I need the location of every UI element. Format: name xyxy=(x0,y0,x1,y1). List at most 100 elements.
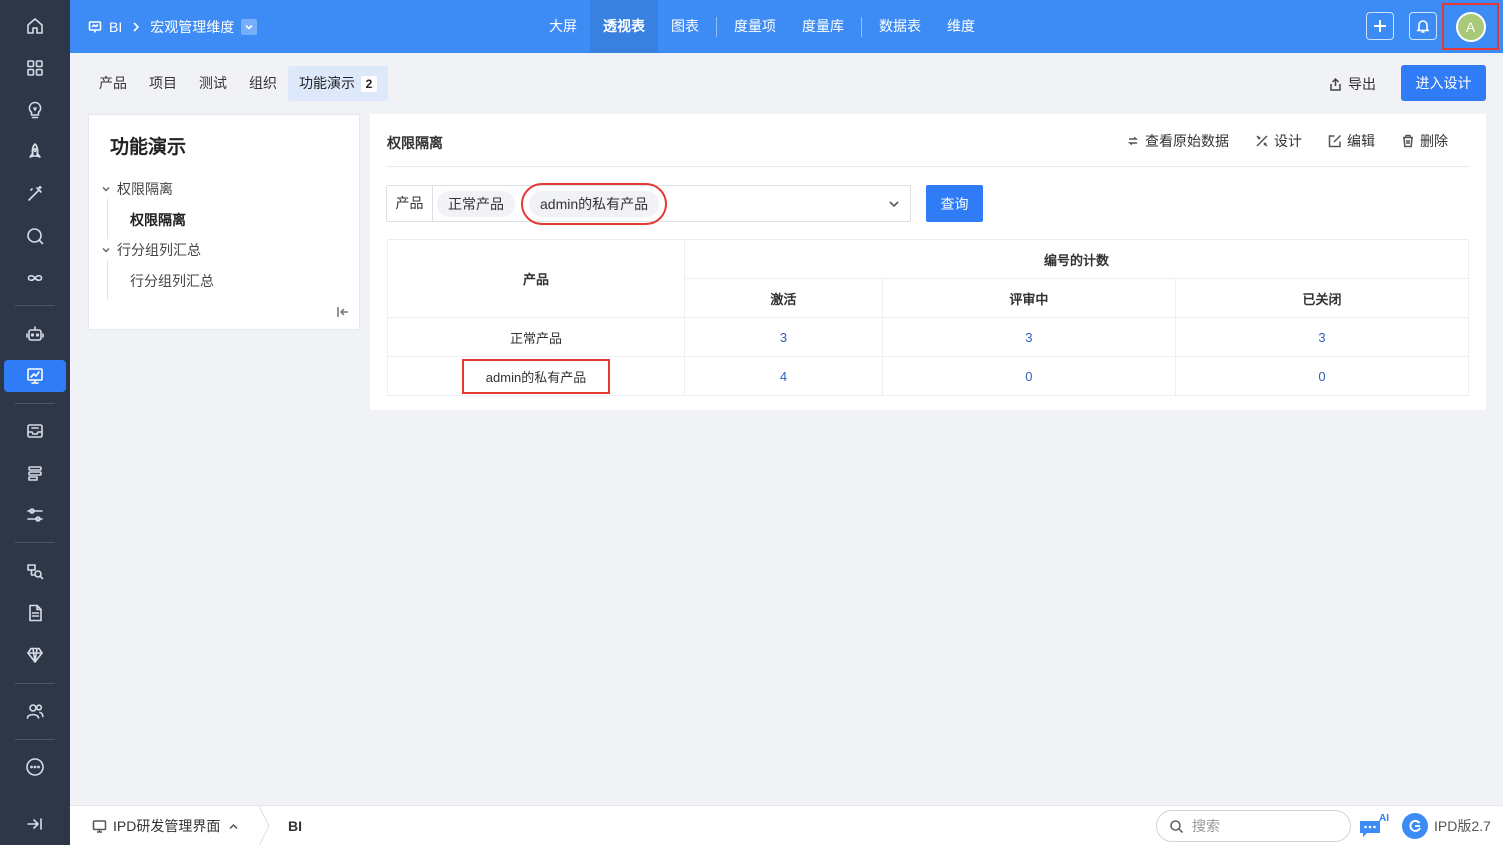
rail-divider xyxy=(15,305,55,306)
design-label: 设计 xyxy=(1274,133,1302,149)
product-filter[interactable]: 产品 正常产品 admin的私有产品 xyxy=(386,182,911,225)
value-cell[interactable]: 0 xyxy=(1174,356,1470,396)
query-button[interactable]: 查询 xyxy=(926,185,983,222)
breadcrumb-root[interactable]: BI xyxy=(109,19,122,35)
chevron-down-icon xyxy=(102,186,110,192)
value-cell[interactable]: 3 xyxy=(881,317,1176,357)
panel-title: 功能演示 xyxy=(110,137,187,158)
ai-assistant-button[interactable]: AI xyxy=(1358,812,1392,840)
tree-guide-line xyxy=(107,260,108,300)
column-header: 已关闭 xyxy=(1174,278,1470,318)
value-cell[interactable]: 3 xyxy=(1174,317,1470,357)
more-circle-icon[interactable] xyxy=(0,751,70,783)
enter-design-button[interactable]: 进入设计 xyxy=(1401,65,1486,101)
tree-group-permission[interactable]: 权限隔离 xyxy=(101,179,173,199)
expand-rail-icon[interactable] xyxy=(0,808,70,840)
flow-search-icon[interactable] xyxy=(0,555,70,587)
apps-grid-icon[interactable] xyxy=(0,52,70,84)
robot-icon[interactable] xyxy=(0,318,70,350)
tree-item-permission[interactable]: 权限隔离 xyxy=(130,210,186,230)
collapse-left-icon xyxy=(337,307,348,317)
document-icon[interactable] xyxy=(0,597,70,629)
filter-chip-normal[interactable]: 正常产品 xyxy=(437,190,515,217)
tree-group-row-group[interactable]: 行分组列汇总 xyxy=(101,240,201,260)
column-header: 评审中 xyxy=(881,278,1176,318)
layers-icon[interactable] xyxy=(0,457,70,489)
view-raw-data-button[interactable]: 查看原始数据 xyxy=(1126,131,1229,151)
export-button[interactable]: 导出 xyxy=(1328,74,1376,94)
filter-label: 产品 xyxy=(387,186,433,221)
pivot-table: 产品 编号的计数 激活 评审中 已关闭 正常产品 3 3 3 admin的私有产… xyxy=(387,239,1470,396)
ai-chat-icon: AI xyxy=(1360,813,1389,837)
rail-divider xyxy=(15,683,55,684)
design-button[interactable]: 设计 xyxy=(1255,131,1302,151)
version-info[interactable]: IPD版2.7 xyxy=(1402,806,1491,845)
bi-chart-icon[interactable] xyxy=(4,360,66,392)
ai-badge: AI xyxy=(1379,813,1389,824)
diamond-icon[interactable] xyxy=(0,639,70,671)
monitor-icon xyxy=(92,819,107,833)
export-label: 导出 xyxy=(1348,76,1376,92)
tab-product[interactable]: 产品 xyxy=(88,66,138,101)
delete-button[interactable]: 删除 xyxy=(1401,131,1448,151)
version-label: IPD版2.7 xyxy=(1434,818,1491,834)
export-icon xyxy=(1330,77,1341,91)
nav-screen[interactable]: 大屏 xyxy=(536,0,590,53)
avatar[interactable]: A xyxy=(1455,11,1486,42)
breadcrumb-current[interactable]: 宏观管理维度 xyxy=(150,17,234,37)
tab-organization[interactable]: 组织 xyxy=(238,66,288,101)
nav-dimension[interactable]: 维度 xyxy=(934,0,988,53)
row-label-highlighted: admin的私有产品 xyxy=(461,358,611,394)
nav-divider xyxy=(716,16,717,37)
footer-search-input[interactable]: 搜索 xyxy=(1156,810,1351,842)
report-panel: 权限隔离 查看原始数据 设计 编辑 删除 产品 正常产品 admin的私有产品 … xyxy=(370,114,1486,410)
tab-project[interactable]: 项目 xyxy=(138,66,188,101)
inbox-icon[interactable] xyxy=(0,415,70,447)
nav-datatable[interactable]: 数据表 xyxy=(866,0,934,53)
app-logo-icon xyxy=(1402,813,1428,839)
users-icon[interactable] xyxy=(0,695,70,727)
infinity-icon[interactable] xyxy=(0,262,70,294)
chevron-down-icon xyxy=(245,24,253,30)
tree-item-row-group[interactable]: 行分组列汇总 xyxy=(130,271,214,291)
row-label: 正常产品 xyxy=(387,317,685,357)
value-cell[interactable]: 0 xyxy=(881,356,1176,396)
header-divider xyxy=(387,166,1469,167)
report-tree-panel: 功能演示 权限隔离 权限隔离 行分组列汇总 行分组列汇总 xyxy=(88,114,360,330)
value-cell[interactable]: 3 xyxy=(684,317,883,357)
filter-chip-admin-private[interactable]: admin的私有产品 xyxy=(520,182,668,225)
tab-test[interactable]: 测试 xyxy=(188,66,238,101)
row-header: 产品 xyxy=(387,239,685,318)
tree-guide-line xyxy=(107,199,108,239)
filter-dropdown-caret[interactable] xyxy=(888,198,900,210)
magic-wand-icon[interactable] xyxy=(0,178,70,210)
collapse-panel-button[interactable] xyxy=(336,305,350,319)
edit-button[interactable]: 编辑 xyxy=(1328,131,1375,151)
row-label-cell: admin的私有产品 xyxy=(387,356,685,396)
nav-chart[interactable]: 图表 xyxy=(658,0,712,53)
bell-icon xyxy=(1416,20,1430,33)
left-rail xyxy=(0,0,70,845)
main-nav: 大屏 透视表 图表 度量项 度量库 数据表 维度 xyxy=(536,0,988,53)
footer-separator xyxy=(258,805,270,845)
nav-metric-library[interactable]: 度量库 xyxy=(789,0,857,53)
lightbulb-icon[interactable] xyxy=(0,94,70,126)
search-circle-icon[interactable] xyxy=(0,220,70,252)
rail-divider xyxy=(15,403,55,404)
notifications-button[interactable] xyxy=(1409,12,1437,40)
tab-feature-demo[interactable]: 功能演示 2 xyxy=(288,66,388,101)
rocket-icon[interactable] xyxy=(0,136,70,168)
add-button[interactable] xyxy=(1366,12,1394,40)
report-title: 权限隔离 xyxy=(387,135,443,151)
sliders-icon[interactable] xyxy=(0,499,70,531)
search-icon xyxy=(1170,819,1184,833)
footer-app-tab[interactable]: IPD研发管理界面 xyxy=(92,806,241,845)
home-icon[interactable] xyxy=(0,10,70,42)
avatar-highlight: A xyxy=(1442,3,1499,50)
value-cell[interactable]: 4 xyxy=(684,356,883,396)
footer-current: BI xyxy=(288,818,302,834)
nav-metric[interactable]: 度量项 xyxy=(721,0,789,53)
report-tabs: 产品 项目 测试 组织 功能演示 2 xyxy=(88,66,388,101)
nav-pivot[interactable]: 透视表 xyxy=(590,0,658,53)
breadcrumb-dropdown[interactable] xyxy=(241,18,258,35)
